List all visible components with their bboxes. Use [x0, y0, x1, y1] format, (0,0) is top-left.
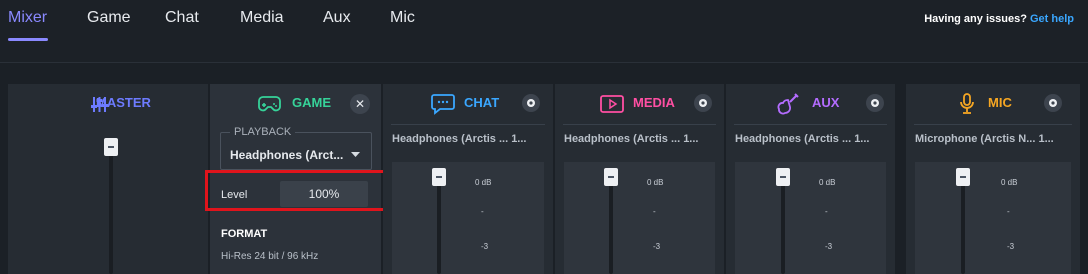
media-volume-panel	[564, 162, 715, 274]
playback-device-value[interactable]: Headphones (Arct...	[230, 148, 343, 162]
aux-title: AUX	[812, 95, 840, 110]
db-label: -3	[481, 242, 489, 251]
close-icon: ✕	[354, 97, 366, 111]
db-tick-label: -	[1007, 207, 1010, 216]
db-tick-label: -	[825, 207, 828, 216]
level-highlight-box	[205, 170, 399, 211]
master-volume-track[interactable]	[109, 154, 113, 274]
master-volume-thumb[interactable]	[104, 138, 118, 156]
db-label: 0 dB	[475, 178, 492, 187]
format-value: Hi-Res 24 bit / 96 kHz	[221, 251, 319, 262]
chat-title: CHAT	[464, 95, 500, 110]
gear-icon	[699, 99, 707, 107]
tab-game[interactable]: Game	[87, 9, 131, 27]
divider	[914, 124, 1072, 125]
help-text: Having any issues? Get help	[924, 13, 1074, 25]
tab-media[interactable]: Media	[240, 9, 284, 27]
aux-settings-button[interactable]	[866, 94, 884, 112]
db-label: -3	[653, 242, 661, 251]
media-settings-button[interactable]	[694, 94, 712, 112]
chat-device: Headphones (Arctis ... 1...	[392, 133, 527, 145]
media-volume-thumb[interactable]	[604, 168, 618, 186]
tab-chat[interactable]: Chat	[165, 9, 199, 27]
format-heading: FORMAT	[221, 228, 268, 240]
game-title: GAME	[292, 95, 331, 110]
master-title: MASTER	[96, 95, 151, 110]
db-label: -3	[825, 242, 833, 251]
active-tab-indicator	[8, 38, 48, 41]
aux-device: Headphones (Arctis ... 1...	[735, 133, 870, 145]
aux-channel: AUX Headphones (Arctis ... 1... 0 dB - -…	[726, 84, 895, 274]
get-help-link[interactable]: Get help	[1030, 13, 1074, 25]
db-label: 0 dB	[647, 178, 664, 187]
close-button[interactable]: ✕	[350, 94, 370, 114]
gear-icon	[527, 99, 535, 107]
mic-device: Microphone (Arctis N... 1...	[915, 133, 1054, 145]
chat-channel: CHAT Headphones (Arctis ... 1... 0 dB - …	[383, 84, 553, 274]
mic-volume-track[interactable]	[961, 184, 965, 274]
mic-volume-panel	[915, 162, 1071, 274]
top-nav: Mixer Game Chat Media Aux Mic Having any…	[0, 0, 1088, 63]
aux-volume-panel	[735, 162, 886, 274]
playback-label: PLAYBACK	[230, 126, 296, 138]
aux-volume-thumb[interactable]	[776, 168, 790, 186]
chat-bubble-icon	[431, 94, 455, 115]
chat-volume-track[interactable]	[437, 184, 441, 274]
divider	[391, 124, 545, 125]
gear-icon	[1049, 99, 1057, 107]
chat-volume-thumb[interactable]	[432, 168, 446, 186]
aux-volume-track[interactable]	[781, 184, 785, 274]
mic-volume-thumb[interactable]	[956, 168, 970, 186]
mic-settings-button[interactable]	[1044, 94, 1062, 112]
mic-title: MIC	[988, 95, 1012, 110]
db-label: -3	[1007, 242, 1015, 251]
gear-icon	[871, 99, 879, 107]
db-tick-label: -	[653, 207, 656, 216]
chat-settings-button[interactable]	[522, 94, 540, 112]
db-label: 0 dB	[819, 178, 836, 187]
divider	[734, 124, 887, 125]
divider	[563, 124, 716, 125]
tab-mic[interactable]: Mic	[390, 9, 415, 27]
media-device: Headphones (Arctis ... 1...	[564, 133, 699, 145]
play-icon	[600, 95, 624, 113]
db-label: 0 dB	[1001, 178, 1018, 187]
master-channel: MASTER	[8, 84, 208, 274]
media-channel: MEDIA Headphones (Arctis ... 1... 0 dB -…	[555, 84, 724, 274]
tab-aux[interactable]: Aux	[323, 9, 351, 27]
tab-mixer[interactable]: Mixer	[8, 9, 47, 27]
gamepad-icon	[258, 96, 281, 112]
guitar-icon	[777, 93, 799, 115]
media-title: MEDIA	[633, 95, 675, 110]
chevron-down-icon	[351, 152, 360, 157]
db-tick-label: -	[481, 207, 484, 216]
help-question: Having any issues?	[924, 13, 1027, 25]
media-volume-track[interactable]	[609, 184, 613, 274]
chat-volume-panel	[392, 162, 544, 274]
microphone-icon	[960, 93, 974, 114]
mic-channel: MIC Microphone (Arctis N... 1... 0 dB - …	[906, 84, 1080, 274]
